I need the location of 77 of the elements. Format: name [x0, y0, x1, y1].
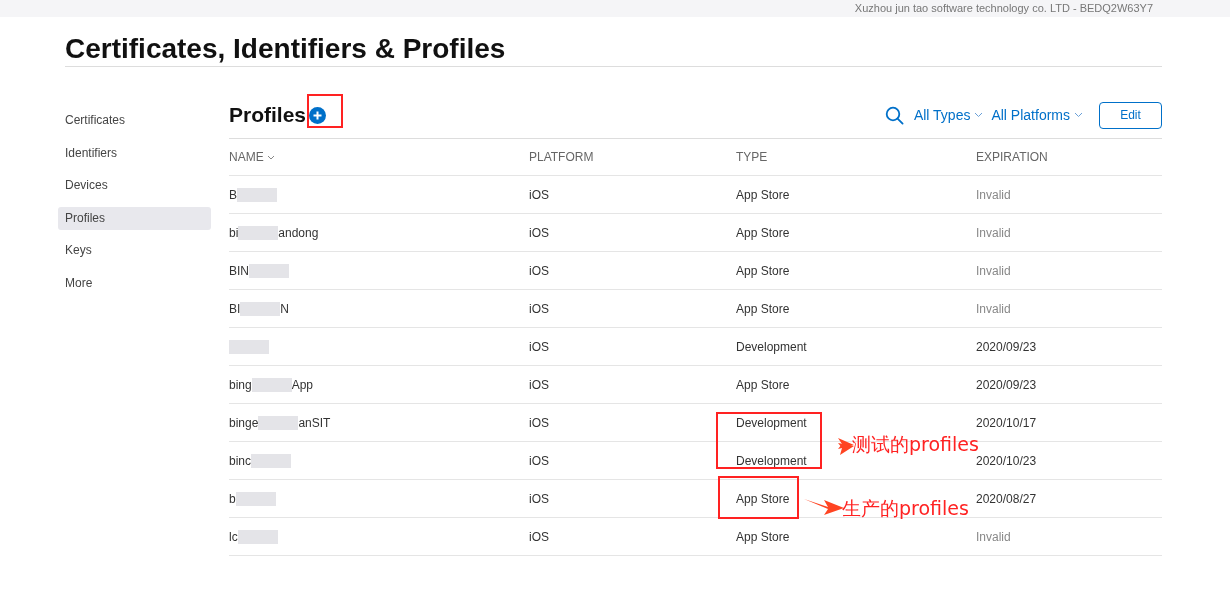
filter-dropdown[interactable]: All Platforms [991, 107, 1083, 123]
table-cell: anSIT [298, 415, 331, 430]
table-cell: App Store [736, 491, 790, 506]
table-cell: App Store [736, 377, 790, 392]
table-cell: BIN [229, 263, 249, 278]
edit-button[interactable]: Edit [1099, 101, 1162, 129]
table-cell: App Store [736, 263, 790, 278]
sidebar-item[interactable]: Profiles [58, 206, 211, 230]
annotation-label: 生产的profiles [842, 496, 969, 521]
table-cell: iOS [529, 301, 549, 316]
table-cell: binc [229, 453, 251, 468]
table-cell: iOS [529, 187, 549, 202]
sidebar-item[interactable]: Keys [58, 239, 211, 262]
table-cell: App Store [736, 529, 790, 544]
table-cell: iOS [529, 263, 549, 278]
table-cell: 2020/08/27 [976, 491, 1037, 506]
table-cell: 2020/09/23 [976, 339, 1037, 354]
table-cell: binge [229, 415, 259, 430]
table-cell: iOS [529, 453, 549, 468]
table-cell: Development [736, 415, 807, 430]
redaction-block [238, 225, 279, 240]
team-name: Xuzhou jun tao software technology co. LTD - BEDQ2W63Y7 [854, 2, 1153, 15]
table-cell: bing [229, 377, 252, 392]
table-cell: Development [736, 453, 807, 468]
highlight-frame [307, 94, 343, 128]
sidebar-item[interactable]: Identifiers [58, 141, 211, 165]
table-cell: bi [229, 225, 239, 240]
redaction-block [249, 263, 289, 278]
table-cell: N [280, 301, 289, 316]
column-header: PLATFORM [529, 150, 594, 164]
redaction-block [258, 415, 299, 430]
sort-caret-icon[interactable] [266, 154, 275, 160]
table-cell: iOS [529, 415, 549, 430]
section-heading: Profiles [229, 103, 307, 127]
sidebar-item[interactable]: More [58, 271, 211, 295]
table-cell: App [291, 377, 314, 392]
table-cell: BI [229, 301, 241, 316]
redaction-block [240, 301, 281, 316]
table-cell: lc [229, 529, 238, 544]
table-cell: iOS [529, 377, 549, 392]
add-icon[interactable] [309, 106, 327, 124]
table-cell: App Store [736, 187, 790, 202]
table-cell: Invalid [976, 187, 1011, 202]
table-cell: andong [278, 225, 319, 240]
table-cell: Invalid [976, 225, 1011, 240]
redaction-block [235, 491, 276, 506]
annotation-label: 测试的profiles [852, 432, 979, 457]
redaction-block [251, 453, 291, 468]
table-cell: Invalid [976, 529, 1011, 544]
table-cell: 2020/10/17 [976, 415, 1037, 430]
sidebar-item[interactable]: Devices [58, 174, 211, 197]
table-cell: iOS [529, 339, 549, 354]
table-cell: App Store [736, 301, 790, 316]
redaction-block [229, 339, 269, 354]
page-title: Certificates, Identifiers & Profiles [65, 33, 1162, 67]
chevron-down-icon[interactable] [1074, 112, 1083, 118]
redaction-block [251, 377, 292, 392]
sidebar-item[interactable]: Certificates [58, 109, 211, 132]
table-cell: b [229, 491, 236, 506]
redaction-block [237, 529, 278, 544]
table-cell: Invalid [976, 263, 1011, 278]
table-cell: iOS [529, 491, 549, 506]
table-cell: 2020/10/23 [976, 453, 1037, 468]
chevron-down-icon[interactable] [974, 112, 984, 118]
table-cell: App Store [736, 225, 790, 240]
table-cell: Invalid [976, 301, 1011, 316]
column-header: TYPE [736, 150, 768, 164]
filter-dropdown[interactable]: All Types [913, 107, 984, 123]
table-cell: 2020/09/23 [976, 377, 1037, 392]
search-icon[interactable] [884, 105, 904, 125]
table-cell: B [229, 187, 237, 202]
table-cell: iOS [529, 529, 549, 544]
table-cell: Development [736, 339, 807, 354]
redaction-block [237, 187, 277, 202]
column-header: NAME [229, 150, 264, 164]
table-cell: iOS [529, 225, 549, 240]
column-header: EXPIRATION [976, 150, 1048, 164]
